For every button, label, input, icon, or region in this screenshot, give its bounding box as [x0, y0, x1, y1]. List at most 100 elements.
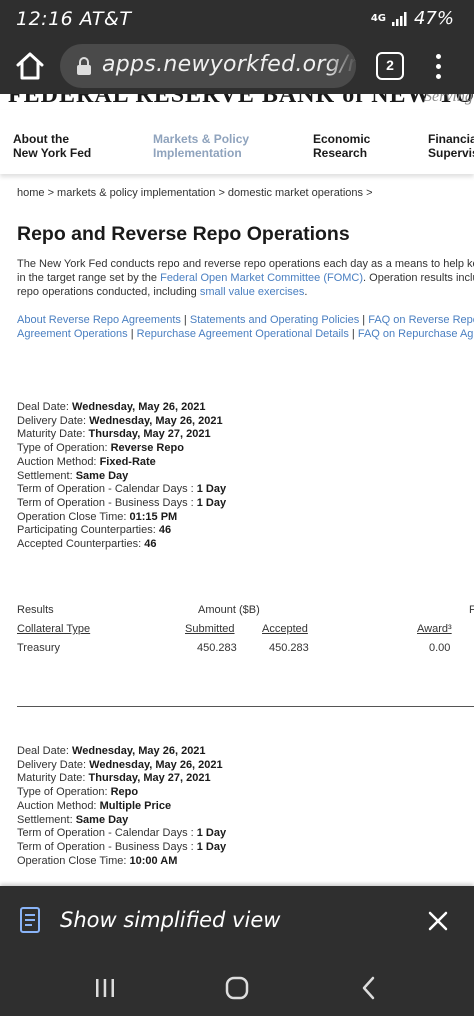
- document-icon: [20, 907, 40, 933]
- amount-label: Amount ($B): [198, 604, 260, 616]
- nav-label: Supervisi: [428, 146, 474, 160]
- label: Participating Counterparties:: [17, 524, 156, 537]
- value: Reverse Repo: [110, 442, 184, 455]
- small-value-exercises-link[interactable]: small value exercises: [200, 286, 305, 298]
- nav-item-about[interactable]: About the New York Fed: [13, 132, 91, 160]
- value: Same Day: [75, 469, 129, 482]
- label: Operation Close Time:: [17, 854, 127, 867]
- intro-text: .: [304, 286, 308, 298]
- deal-date-row: Deal Date: Wednesday, May 26, 2021: [17, 401, 226, 415]
- submitted-cell: 450.283: [197, 642, 237, 654]
- label: Maturity Date:: [17, 428, 86, 441]
- submitted-header[interactable]: Submitted: [185, 623, 235, 635]
- value: Thursday, May 27, 2021: [88, 772, 211, 785]
- back-icon[interactable]: [356, 975, 382, 1001]
- award-header[interactable]: Award³: [417, 623, 452, 635]
- faq-repurchase-link[interactable]: FAQ on Repurchase Agreement: [358, 328, 474, 340]
- breadcrumb[interactable]: home > markets & policy implementation >…: [17, 187, 373, 199]
- value: Same Day: [75, 813, 129, 826]
- simplified-view-bar[interactable]: Show simplified view: [0, 886, 474, 958]
- results-columns-row: Collateral Type Submitted Accepted Award…: [17, 623, 474, 642]
- participating-row: Participating Counterparties: 46: [17, 524, 226, 538]
- signal-icon: [391, 11, 407, 26]
- about-reverse-repo-link[interactable]: About Reverse Repo Agreements: [17, 314, 181, 326]
- label: Operation Close Time:: [17, 510, 127, 523]
- value: Wednesday, May 26, 2021: [89, 758, 223, 771]
- faq-reverse-repo-link[interactable]: FAQ on Reverse Repo: [368, 314, 474, 326]
- url-fade: [326, 44, 356, 88]
- label: Type of Operation:: [17, 442, 108, 455]
- operation-1-details: Deal Date: Wednesday, May 26, 2021 Deliv…: [17, 401, 226, 552]
- intro-text: repo operations conducted, including: [17, 286, 200, 298]
- value: 1 Day: [196, 483, 227, 496]
- nav-item-economic-research[interactable]: Economic Research: [313, 132, 370, 160]
- intro-paragraph: The New York Fed conducts repo and rever…: [17, 257, 474, 299]
- fomc-link[interactable]: Federal Open Market Committee (FOMC): [160, 272, 363, 284]
- repurchase-operational-details-link[interactable]: Repurchase Agreement Operational Details: [137, 328, 349, 340]
- status-bar: 12:16 AT&T 4G 47%: [0, 0, 474, 38]
- intro-line-2: in the target range set by the Federal O…: [17, 271, 474, 285]
- label: Type of Operation:: [17, 786, 108, 799]
- label: Term of Operation - Business Days :: [17, 840, 194, 853]
- browser-toolbar: apps.newyorkfed.org/mc 2: [0, 38, 474, 94]
- related-links: About Reverse Repo Agreements | Statemen…: [17, 313, 474, 341]
- home-circle-icon[interactable]: [224, 975, 250, 1001]
- close-time-row: Operation Close Time: 10:00 AM: [17, 855, 226, 869]
- label: Accepted Counterparties:: [17, 538, 142, 551]
- term-business-row: Term of Operation - Business Days : 1 Da…: [17, 497, 226, 511]
- value: Wednesday, May 26, 2021: [72, 401, 206, 413]
- auction-method-row: Auction Method: Fixed-Rate: [17, 456, 226, 470]
- operation-2-details: Deal Date: Wednesday, May 26, 2021 Deliv…: [17, 745, 226, 868]
- maturity-date-row: Maturity Date: Thursday, May 27, 2021: [17, 772, 226, 786]
- section-divider: [17, 706, 474, 707]
- nav-label: Markets & Policy: [153, 132, 250, 146]
- accepted-cell: 450.283: [269, 642, 309, 654]
- agreement-operations-link[interactable]: Agreement Operations: [17, 328, 128, 340]
- value: 46: [158, 524, 172, 537]
- maturity-date-row: Maturity Date: Thursday, May 27, 2021: [17, 428, 226, 442]
- address-bar[interactable]: apps.newyorkfed.org/mc: [60, 44, 356, 88]
- value: 10:00 AM: [129, 854, 178, 867]
- deal-date-row: Deal Date: Wednesday, May 26, 2021: [17, 745, 226, 759]
- results-table: Results Amount ($B) F Collateral Type Su…: [17, 604, 474, 661]
- label: Term of Operation - Calendar Days :: [17, 483, 194, 496]
- intro-text: . Operation results include all re: [363, 272, 474, 284]
- overflow-menu-icon[interactable]: [428, 52, 448, 80]
- operation-type-row: Type of Operation: Reverse Repo: [17, 442, 226, 456]
- settlement-row: Settlement: Same Day: [17, 470, 226, 484]
- site-logo-text: FEDERAL RESERVE BANK of NEW YORK: [8, 94, 474, 108]
- value: 01:15 PM: [129, 510, 178, 523]
- label: Term of Operation - Calendar Days :: [17, 827, 194, 840]
- recent-apps-icon[interactable]: [92, 975, 118, 1001]
- statements-policies-link[interactable]: Statements and Operating Policies: [190, 314, 359, 326]
- lock-icon: [77, 57, 91, 75]
- value: 1 Day: [196, 827, 227, 840]
- nav-item-markets-policy[interactable]: Markets & Policy Implementation: [153, 132, 249, 160]
- accepted-row: Accepted Counterparties: 46: [17, 538, 226, 552]
- nav-label: New York Fed: [13, 146, 92, 160]
- label: Auction Method:: [17, 799, 97, 812]
- close-time-row: Operation Close Time: 01:15 PM: [17, 511, 226, 525]
- network-type: 4G: [370, 13, 386, 24]
- cut-off-label: F: [469, 604, 474, 616]
- accepted-header[interactable]: Accepted: [262, 623, 308, 635]
- nav-label: Economic: [313, 132, 371, 146]
- close-icon[interactable]: [427, 910, 449, 932]
- value: Fixed-Rate: [99, 455, 156, 468]
- label: Auction Method:: [17, 455, 97, 468]
- nav-label: Financial: [428, 132, 474, 146]
- nav-item-financial-supervision[interactable]: Financial Supervisi: [428, 132, 474, 160]
- collateral-type-cell: Treasury: [17, 642, 60, 654]
- operation-type-row: Type of Operation: Repo: [17, 786, 226, 800]
- intro-text: The New York Fed conducts repo and rever…: [17, 258, 474, 270]
- value: 1 Day: [196, 496, 227, 509]
- simplified-view-label[interactable]: Show simplified view: [60, 908, 280, 932]
- url-text: apps.newyorkfed.org/mc: [102, 52, 356, 77]
- site-nav: About the New York Fed Markets & Policy …: [0, 110, 474, 174]
- delivery-date-row: Delivery Date: Wednesday, May 26, 2021: [17, 415, 226, 429]
- tab-switcher-button[interactable]: 2: [376, 52, 404, 80]
- collateral-type-header[interactable]: Collateral Type: [17, 623, 90, 635]
- term-business-row: Term of Operation - Business Days : 1 Da…: [17, 841, 226, 855]
- home-icon[interactable]: [14, 50, 46, 82]
- label: Maturity Date:: [17, 772, 86, 785]
